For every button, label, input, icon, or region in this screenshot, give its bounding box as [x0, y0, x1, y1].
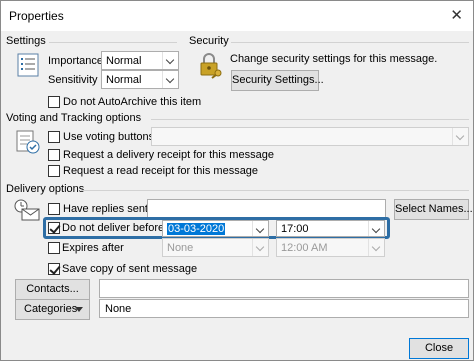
close-button[interactable]: Close — [409, 338, 469, 359]
categories-button-label: Categories — [24, 303, 78, 315]
read-receipt-checkbox[interactable] — [48, 165, 60, 177]
importance-value: Normal — [106, 55, 142, 67]
settings-header: Settings — [6, 35, 46, 47]
expires-checkbox[interactable] — [48, 242, 60, 254]
have-replies-input[interactable] — [147, 199, 386, 218]
voting-buttons-label: Use voting buttons — [63, 131, 155, 143]
voting-separator — [151, 119, 469, 120]
autoarchive-label: Do not AutoArchive this item — [63, 96, 202, 108]
deliver-time-value: 17:00 — [281, 223, 309, 235]
do-not-deliver-checkbox[interactable] — [48, 222, 60, 234]
voting-header: Voting and Tracking options — [6, 112, 142, 124]
security-description: Change security settings for this messag… — [230, 53, 438, 65]
sensitivity-value: Normal — [106, 74, 142, 86]
chevron-down-icon[interactable] — [252, 239, 268, 256]
delivery-envelope-clock-icon — [14, 199, 40, 221]
deliver-time-picker[interactable]: 17:00 — [276, 220, 385, 237]
contacts-button[interactable]: Contacts... — [15, 279, 90, 300]
save-copy-label: Save copy of sent message — [62, 263, 198, 275]
read-receipt-label: Request a read receipt for this message — [63, 165, 259, 177]
deliver-date-value: 03-03-2020 — [167, 223, 226, 235]
chevron-down-icon — [75, 307, 83, 312]
delivery-separator — [81, 190, 469, 191]
have-replies-checkbox[interactable] — [48, 203, 60, 215]
voting-buttons-checkbox[interactable] — [48, 131, 60, 143]
security-lock-key-icon — [200, 53, 222, 79]
chevron-down-icon[interactable] — [252, 221, 268, 236]
have-replies-label: Have replies sent to — [63, 203, 161, 215]
expires-date-value: None — [167, 242, 194, 254]
categories-input[interactable]: None — [99, 299, 469, 318]
title-bar: Properties ✕ — [1, 1, 473, 31]
delivery-receipt-checkbox[interactable] — [48, 149, 60, 161]
importance-select[interactable]: Normal — [101, 51, 179, 70]
chevron-down-icon[interactable] — [368, 239, 384, 256]
autoarchive-checkbox[interactable] — [48, 96, 60, 108]
do-not-deliver-label: Do not deliver before — [62, 222, 165, 234]
sensitivity-label: Sensitivity — [48, 74, 98, 86]
window-title: Properties — [9, 9, 64, 23]
expires-time-picker[interactable]: 12:00 AM — [276, 238, 385, 257]
security-separator — [231, 42, 469, 43]
expires-time-value: 12:00 AM — [281, 242, 328, 254]
delivery-header: Delivery options — [6, 183, 85, 195]
chevron-down-icon[interactable] — [368, 221, 384, 236]
voting-document-icon — [16, 130, 40, 154]
categories-value: None — [105, 303, 132, 315]
settings-list-icon — [17, 53, 39, 77]
contacts-input[interactable] — [99, 279, 469, 298]
security-header: Security — [189, 35, 229, 47]
security-settings-button[interactable]: Security Settings... — [231, 70, 324, 91]
expires-label: Expires after — [62, 242, 124, 254]
deliver-date-picker[interactable]: 03-03-2020 — [162, 220, 269, 237]
close-icon[interactable]: ✕ — [450, 6, 463, 24]
chevron-down-icon[interactable] — [162, 71, 178, 88]
settings-separator — [49, 42, 177, 43]
sensitivity-select[interactable]: Normal — [101, 70, 179, 89]
save-copy-checkbox[interactable] — [48, 263, 60, 275]
expires-date-picker[interactable]: None — [162, 238, 269, 257]
chevron-down-icon[interactable] — [162, 52, 178, 69]
categories-button[interactable]: Categories — [15, 299, 90, 320]
voting-buttons-select[interactable] — [151, 127, 469, 146]
properties-dialog: Properties ✕ Settings Importance Normal … — [0, 0, 474, 361]
importance-label: Importance — [48, 55, 104, 67]
delivery-receipt-label: Request a delivery receipt for this mess… — [63, 149, 274, 161]
select-names-button[interactable]: Select Names... — [394, 199, 473, 220]
chevron-down-icon[interactable] — [452, 128, 468, 145]
